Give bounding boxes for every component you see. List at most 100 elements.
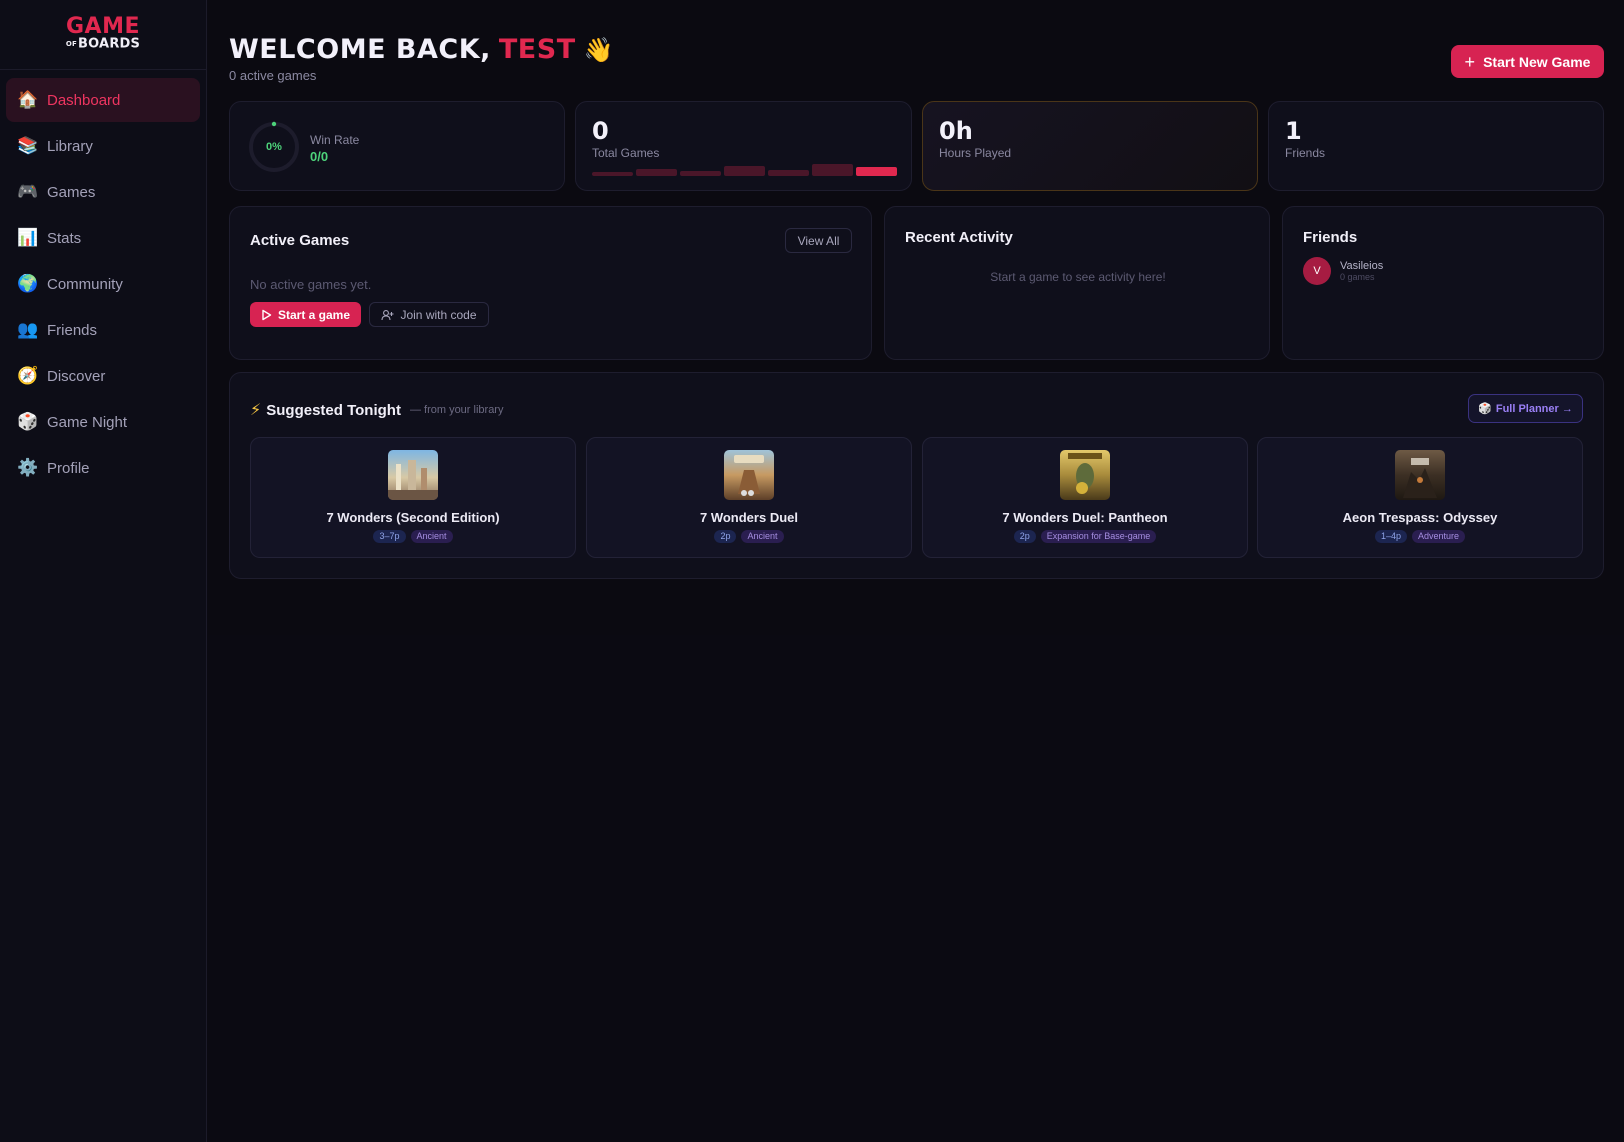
app-logo[interactable]: GAME OFBOARDS [0, 0, 206, 70]
active-games-title: Active Games [250, 232, 350, 249]
recent-activity-title: Recent Activity [905, 229, 1013, 246]
activity-sparkline [592, 164, 897, 176]
sidebar-item-community[interactable]: 🌍 Community [6, 262, 200, 306]
friend-meta: 0 games [1340, 272, 1375, 282]
genre-badge: Expansion for Base-game [1040, 530, 1157, 543]
suggested-subtitle: — from your library [409, 404, 504, 416]
friends-count-label: Friends [1285, 146, 1326, 160]
sparkline-bar [592, 172, 633, 176]
logo-top-text: GAME [65, 14, 140, 40]
sidebar-item-label: Dashboard [47, 91, 121, 109]
win-rate-value: 0/0 [310, 149, 329, 164]
game-cover-image [388, 450, 438, 500]
play-icon [262, 309, 272, 320]
wave-icon: 👋 [583, 35, 615, 64]
genre-badge: Adventure [1412, 530, 1466, 543]
recent-activity-panel: Recent Activity Start a game to see acti… [884, 206, 1270, 360]
win-rate-label: Win Rate [310, 133, 360, 147]
suggested-tonight-title: Suggested Tonight [266, 401, 401, 419]
sidebar-item-friends[interactable]: 👥 Friends [6, 308, 200, 352]
game-cover-image [1060, 450, 1110, 500]
sidebar-item-label: Profile [47, 459, 90, 477]
active-games-empty-text: No active games yet. [250, 277, 372, 292]
hours-played-label: Hours Played [939, 146, 1012, 160]
suggested-game-card[interactable]: 7 Wonders Duel: Pantheon 2p Expansion fo… [922, 437, 1248, 558]
sparkline-bar [724, 166, 765, 176]
sidebar-item-label: Library [47, 137, 93, 155]
friend-list-item[interactable]: V Vasileios 0 games [1303, 257, 1383, 285]
avatar: V [1303, 257, 1331, 285]
sidebar-item-game-night[interactable]: 🎲 Game Night [6, 400, 200, 444]
game-title: Aeon Trespass: Odyssey [1342, 510, 1498, 525]
sidebar-item-games[interactable]: 🎮 Games [6, 170, 200, 214]
game-title: 7 Wonders (Second Edition) [326, 510, 500, 525]
add-user-icon [381, 309, 394, 320]
total-games-value: 0 [592, 117, 609, 145]
sidebar: GAME OFBOARDS 🏠 Dashboard 📚 Library 🎮 Ga… [0, 0, 207, 1142]
sidebar-item-dashboard[interactable]: 🏠 Dashboard [6, 78, 200, 122]
recent-activity-empty-text: Start a game to see activity here! [990, 270, 1166, 284]
sidebar-item-label: Games [47, 183, 96, 201]
sidebar-item-profile[interactable]: ⚙️ Profile [6, 446, 200, 490]
house-icon: 🏠 [17, 90, 39, 109]
win-rate-card: 0% Win Rate 0/0 [229, 101, 565, 191]
page-title: WELCOME BACK, TEST 👋 [229, 34, 614, 65]
suggested-game-card[interactable]: Aeon Trespass: Odyssey 1–4p Adventure [1257, 437, 1583, 558]
start-a-game-button[interactable]: Start a game [250, 302, 361, 327]
sparkline-bar [856, 167, 897, 176]
hours-played-card: 0h Hours Played [922, 101, 1258, 191]
view-all-button[interactable]: View All [785, 228, 852, 253]
game-title: 7 Wonders Duel [699, 510, 798, 525]
player-count-badge: 1–4p [1374, 530, 1407, 543]
sparkline-bar [636, 169, 677, 176]
sparkline-bar [812, 164, 853, 176]
join-with-code-button[interactable]: Join with code [369, 302, 489, 327]
page-header: WELCOME BACK, TEST 👋 0 active games [229, 34, 614, 83]
player-count-badge: 2p [1013, 530, 1036, 543]
dice-icon: 🎲 [1478, 403, 1492, 415]
lightning-icon: ⚡ [250, 402, 262, 419]
friend-name: Vasileios [1340, 260, 1384, 272]
friends-count-card: 1 Friends [1268, 101, 1604, 191]
bar-chart-icon: 📊 [17, 228, 39, 247]
globe-icon: 🌍 [17, 274, 39, 293]
sidebar-item-label: Discover [47, 367, 106, 385]
active-games-panel: Active Games View All No active games ye… [229, 206, 872, 360]
people-icon: 👥 [17, 320, 39, 339]
welcome-text: WELCOME BACK, [229, 34, 491, 65]
sidebar-nav: 🏠 Dashboard 📚 Library 🎮 Games 📊 Stats 🌍 … [0, 70, 206, 500]
total-games-label: Total Games [592, 146, 660, 160]
full-planner-button[interactable]: 🎲 Full Planner → [1468, 394, 1583, 423]
sparkline-bar [768, 170, 809, 176]
game-cover-image [1395, 450, 1445, 500]
plus-icon: + [1464, 51, 1476, 72]
sidebar-item-label: Stats [47, 229, 82, 247]
start-new-game-button[interactable]: + Start New Game [1451, 45, 1604, 78]
total-games-card: 0 Total Games [575, 101, 912, 191]
suggested-game-card[interactable]: 7 Wonders (Second Edition) 3–7p Ancient [250, 437, 576, 558]
dice-icon: 🎲 [17, 412, 39, 431]
friends-panel: Friends V Vasileios 0 games [1282, 206, 1604, 360]
sidebar-item-stats[interactable]: 📊 Stats [6, 216, 200, 260]
full-planner-label: Full Planner → [1495, 402, 1573, 415]
active-games-count: 0 active games [229, 68, 317, 83]
friends-count-value: 1 [1285, 117, 1302, 145]
win-rate-percent: 0% [266, 141, 282, 153]
player-count-badge: 3–7p [373, 530, 406, 543]
hours-played-value: 0h [939, 117, 973, 145]
user-name: TEST [498, 34, 576, 65]
compass-icon: 🧭 [17, 366, 39, 385]
sidebar-item-label: Friends [47, 321, 98, 339]
sidebar-item-label: Game Night [47, 413, 128, 431]
sidebar-item-label: Community [47, 275, 123, 293]
player-count-badge: 2p [714, 530, 737, 543]
genre-badge: Ancient [410, 530, 453, 543]
sparkline-bar [680, 171, 721, 176]
sidebar-item-discover[interactable]: 🧭 Discover [6, 354, 200, 398]
logo-bottom-text: OFBOARDS [65, 36, 141, 52]
gamepad-icon: 🎮 [17, 182, 39, 201]
game-cover-image [724, 450, 774, 500]
suggested-game-card[interactable]: 7 Wonders Duel 2p Ancient [586, 437, 912, 558]
genre-badge: Ancient [741, 530, 784, 543]
sidebar-item-library[interactable]: 📚 Library [6, 124, 200, 168]
